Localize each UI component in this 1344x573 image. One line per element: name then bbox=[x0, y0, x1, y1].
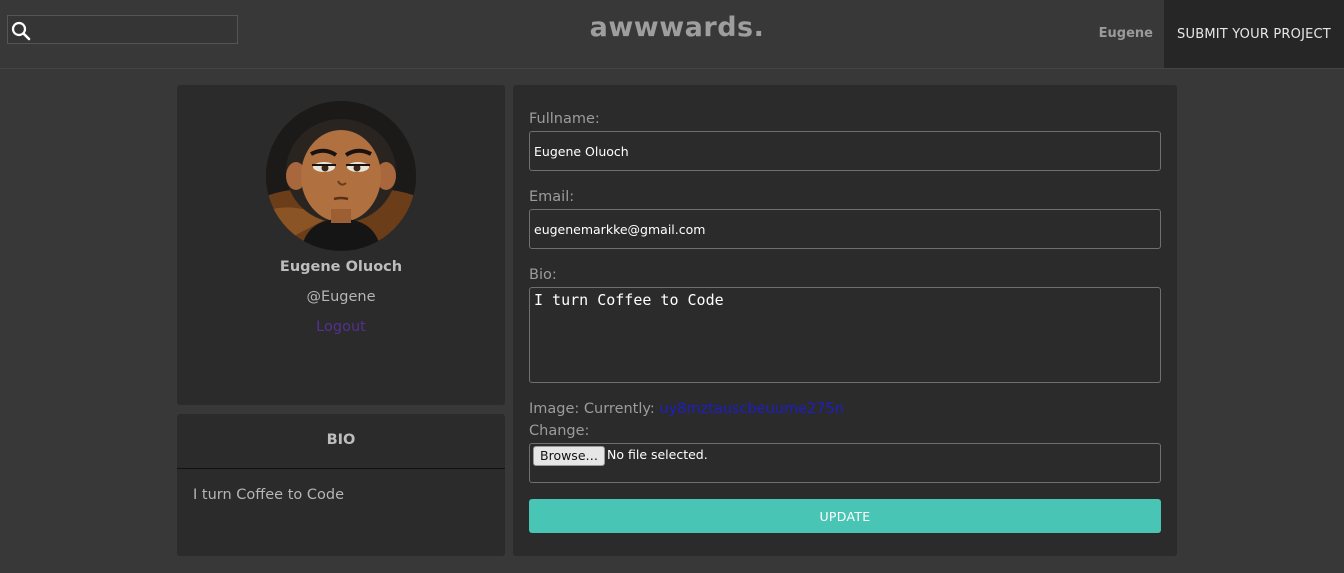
bio-divider bbox=[177, 468, 505, 469]
profile-handle: @Eugene bbox=[306, 289, 376, 305]
image-current-row: Image: Currently: uy8mztauscbeuume275n bbox=[529, 401, 844, 417]
fullname-label: Fullname: bbox=[529, 111, 600, 127]
fullname-field[interactable] bbox=[529, 131, 1161, 171]
current-image-link[interactable]: uy8mztauscbeuume275n bbox=[659, 401, 843, 417]
profile-name: Eugene Oluoch bbox=[279, 259, 403, 275]
profile-form: Fullname: Email: Bio: I turn Coffee to C… bbox=[513, 85, 1177, 556]
avatar bbox=[266, 101, 416, 251]
email-field[interactable] bbox=[529, 209, 1161, 249]
email-label: Email: bbox=[529, 189, 575, 205]
bio-label: Bio: bbox=[529, 267, 557, 283]
nav-user-link[interactable]: Eugene bbox=[1099, 26, 1153, 41]
profile-card: Eugene Oluoch @Eugene Logout bbox=[177, 85, 505, 405]
navbar: awwwards. Eugene SUBMIT YOUR PROJECT bbox=[0, 0, 1344, 69]
change-label: Change: bbox=[529, 423, 590, 439]
browse-button[interactable]: Browse… bbox=[533, 446, 606, 466]
image-file-input[interactable]: Browse… No file selected. bbox=[529, 443, 1161, 483]
bio-title: BIO bbox=[326, 432, 356, 448]
image-label: Image: Currently: bbox=[529, 401, 655, 417]
logout-link[interactable]: Logout bbox=[177, 319, 505, 335]
bio-text: I turn Coffee to Code bbox=[193, 487, 344, 503]
update-button[interactable]: UPDATE bbox=[529, 499, 1161, 533]
submit-project-button[interactable]: SUBMIT YOUR PROJECT bbox=[1164, 0, 1344, 68]
file-status: No file selected. bbox=[607, 447, 708, 462]
bio-card: BIO I turn Coffee to Code bbox=[177, 414, 505, 556]
bio-field[interactable]: I turn Coffee to Code bbox=[529, 287, 1161, 383]
